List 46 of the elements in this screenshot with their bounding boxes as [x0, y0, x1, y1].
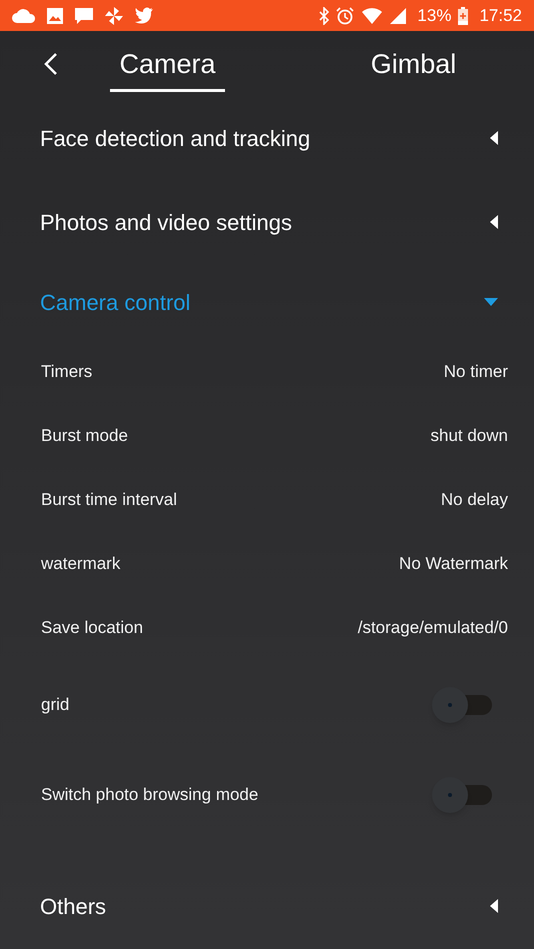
bluetooth-icon — [319, 6, 330, 24]
alarm-icon — [336, 6, 354, 24]
tab[interactable]: Camera — [110, 36, 225, 92]
toggle-switch[interactable] — [432, 687, 494, 723]
caret-left-icon — [490, 215, 498, 229]
setting-row[interactable]: Burst mode shut down — [0, 404, 534, 468]
tab[interactable]: Gimbal — [356, 36, 471, 92]
setting-label: Burst mode — [41, 425, 128, 448]
setting-value: No Watermark — [399, 553, 508, 576]
caret-left-icon — [490, 131, 498, 145]
bird-icon — [134, 7, 154, 24]
section-header[interactable]: Others — [0, 864, 534, 948]
section-title: Photos and video settings — [40, 208, 292, 237]
battery-percent: 13% — [417, 4, 452, 27]
signal-icon — [390, 8, 406, 24]
setting-row[interactable]: watermark No Watermark — [0, 532, 534, 596]
setting-value: shut down — [430, 425, 508, 448]
setting-row[interactable]: Timers No timer — [0, 340, 534, 404]
back-icon[interactable] — [43, 52, 59, 76]
wifi-icon — [361, 8, 384, 24]
setting-label: Burst time interval — [41, 489, 178, 512]
setting-label: watermark — [41, 553, 120, 576]
section-header[interactable]: Camera control — [0, 264, 534, 340]
toggle-switch[interactable] — [432, 777, 494, 813]
section-title: Camera control — [40, 288, 190, 316]
clock: 17:52 — [479, 4, 522, 27]
section-title: Others — [40, 892, 106, 920]
setting-label: Save location — [41, 617, 144, 640]
setting-row[interactable]: Burst time interval No delay — [0, 468, 534, 532]
section-title: Face detection and tracking — [40, 124, 310, 153]
caret-down-icon — [484, 298, 498, 306]
pinwheel-icon — [104, 6, 124, 26]
section-header[interactable]: Photos and video settings — [0, 180, 534, 264]
setting-label: Switch photo browsing mode — [41, 784, 258, 806]
setting-value: /storage/emulated/0 — [358, 617, 508, 640]
battery-icon — [458, 6, 468, 24]
setting-label: Timers — [41, 361, 92, 384]
setting-value: No delay — [440, 489, 508, 512]
section-header[interactable]: Face detection and tracking — [0, 96, 534, 180]
cloud-icon — [12, 8, 36, 24]
chat-icon — [74, 6, 94, 24]
setting-label: grid — [41, 694, 70, 716]
image-icon — [46, 6, 64, 24]
setting-value: No timer — [444, 361, 508, 384]
caret-left-icon — [490, 899, 498, 913]
setting-row[interactable]: Save location /storage/emulated/0 — [0, 596, 534, 660]
